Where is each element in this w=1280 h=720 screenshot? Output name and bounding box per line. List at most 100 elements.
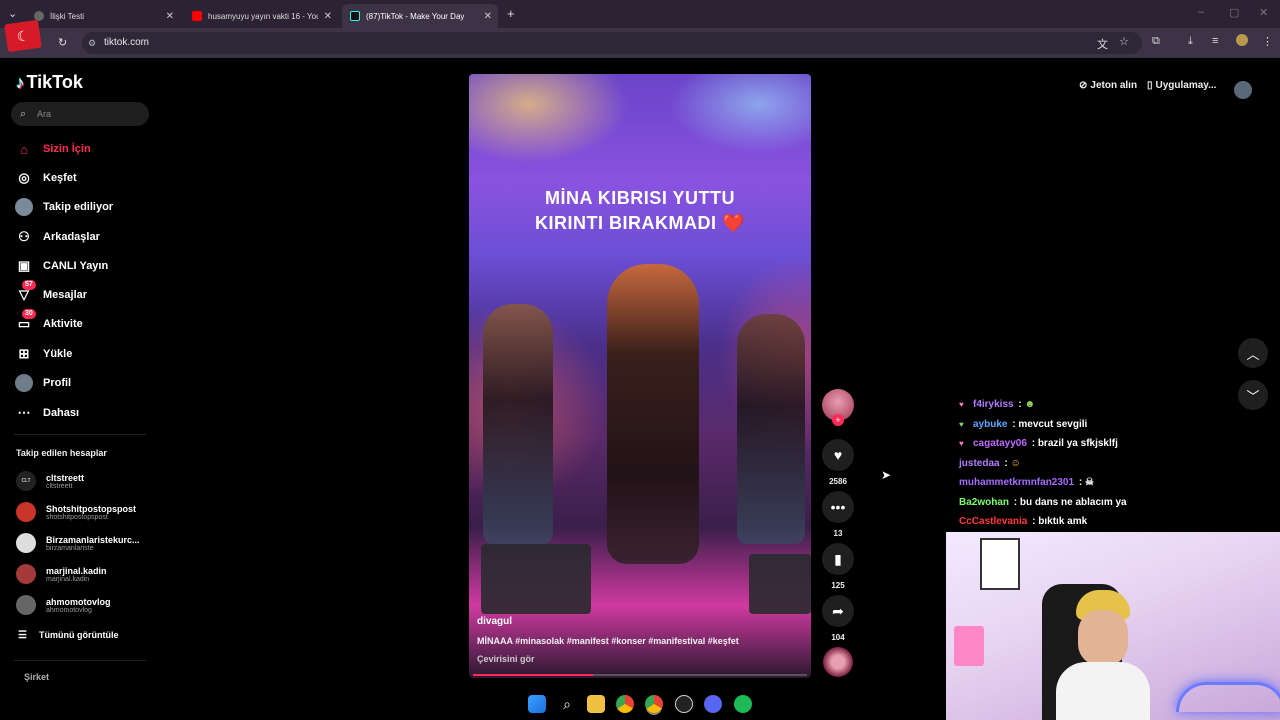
avatar: CLT <box>16 471 36 491</box>
media-control-icon[interactable]: ≡ <box>1212 35 1218 47</box>
following-account[interactable]: CLT cltstreett cltstreett <box>16 468 84 494</box>
comment-icon[interactable]: ••• <box>822 491 854 523</box>
nav-activity[interactable]: ▭ 30 Aktivite <box>14 309 83 334</box>
user-avatar[interactable] <box>1234 81 1252 99</box>
save-action[interactable]: ▮ 125 <box>822 543 854 590</box>
chrome-icon[interactable] <box>616 695 634 713</box>
nav-messages[interactable]: ▽ 57 Mesajlar <box>14 280 88 305</box>
nav-friends[interactable]: ⚇ Arkadaşlar <box>14 227 100 247</box>
video-player[interactable]: MİNA KIBRISI YUTTU KIRINTI BIRAKMADI ❤️ … <box>469 74 811 678</box>
nav-more[interactable]: ⋯ Dahası <box>14 403 80 423</box>
nav-explore[interactable]: ◎ Keşfet <box>14 168 77 188</box>
profile-avatar-icon[interactable] <box>1236 34 1248 46</box>
chat-colon: : <box>1015 399 1025 410</box>
video-progress-bar[interactable] <box>473 674 807 676</box>
nav-following[interactable]: Takip ediliyor <box>14 197 113 217</box>
chat-colon: : <box>1009 419 1019 430</box>
like-action[interactable]: ♥ 2586 <box>822 439 854 486</box>
chrome-active-icon[interactable] <box>645 695 663 713</box>
streamer-face <box>1078 610 1128 666</box>
window-close-icon[interactable]: ✕ <box>1259 6 1268 19</box>
nav-for-you[interactable]: ⌂ Sizin İçin <box>14 139 91 159</box>
phone-icon: ▯ <box>1147 80 1153 91</box>
chat-username: justedaa <box>959 458 1000 469</box>
following-account[interactable]: marjinal.kadin marjinal.kadin <box>16 561 107 587</box>
search-icon[interactable]: ⌕ <box>558 695 576 713</box>
minimize-icon[interactable]: – <box>1198 6 1204 18</box>
activity-badge: 30 <box>22 309 36 319</box>
heart-icon[interactable]: ♥ <box>822 439 854 471</box>
coin-icon: ⊘ <box>1079 80 1088 91</box>
get-coins-button[interactable]: ⊘ Jeton alın <box>1079 80 1137 91</box>
chat-message: CcCastlevania : bıktık amk <box>959 516 1087 527</box>
youtube-icon <box>192 11 202 21</box>
discord-icon[interactable] <box>704 695 722 713</box>
video-author[interactable]: divagul <box>477 616 512 627</box>
sound-disc-button[interactable] <box>822 647 854 677</box>
chat-text: bıktık amk <box>1038 516 1088 527</box>
subscriber-heart-icon: ♥ <box>959 439 964 448</box>
follow-plus-icon[interactable]: + <box>832 414 844 426</box>
url-field[interactable]: ⚙ tiktok.com <box>82 32 1142 54</box>
maximize-icon[interactable]: ▢ <box>1229 6 1239 19</box>
account-name: Shotshitpostopspost <box>46 503 136 514</box>
chat-username: aybuke <box>973 419 1008 430</box>
wall-poster <box>980 538 1020 590</box>
nav-profile[interactable]: Profil <box>14 373 71 393</box>
tab-tiktok[interactable]: (87)TikTok - Make Your Day ✕ <box>342 4 498 28</box>
nav-label: Mesajlar <box>43 289 88 301</box>
avatar <box>16 595 36 615</box>
see-all-link[interactable]: ☰ Tümünü görüntüle <box>18 625 118 645</box>
bookmark-star-icon[interactable]: ☆ <box>1119 35 1129 48</box>
account-handle: marjinal.kadin <box>46 575 90 583</box>
share-action[interactable]: ➦ 104 <box>822 595 854 642</box>
close-icon[interactable]: ✕ <box>324 11 332 22</box>
sound-disc-icon <box>823 647 853 677</box>
account-name: marjinal.kadin <box>46 565 107 576</box>
creator-avatar-button[interactable]: + <box>822 389 854 426</box>
company-link[interactable]: Şirket <box>24 672 49 682</box>
emote-icon: ☺ <box>1010 458 1021 469</box>
next-video-button[interactable]: ﹀ <box>1238 380 1268 410</box>
avatar <box>16 502 36 522</box>
close-icon[interactable]: ✕ <box>166 11 174 22</box>
address-bar-row: ↻ ⚙ tiktok.com 文 ☆ ⧉ ⤓ ≡ ⋮ <box>0 28 1280 58</box>
tiktok-logo[interactable]: ♪ TikTok <box>16 72 83 93</box>
following-account[interactable]: Birzamanlaristekurc... birzamanlariste <box>16 530 140 556</box>
file-explorer-icon[interactable] <box>587 695 605 713</box>
tab-youtube[interactable]: husamyuyu yayın vakti 16 - You ✕ <box>184 4 338 28</box>
site-info-icon[interactable]: ⚙ <box>88 32 96 54</box>
following-account[interactable]: Shotshitpostopspost shotshitpostopspost <box>16 499 136 525</box>
nav-label: Keşfet <box>43 172 77 184</box>
led-strip <box>1176 682 1280 712</box>
reload-icon[interactable]: ↻ <box>58 36 67 49</box>
comment-action[interactable]: ••• 13 <box>822 491 854 538</box>
nav-live[interactable]: ▣ CANLI Yayın <box>14 256 108 276</box>
search-input[interactable]: ⌕ Ara <box>11 102 149 126</box>
new-tab-icon[interactable]: + <box>507 6 515 21</box>
account-handle: birzamanlariste <box>46 544 94 552</box>
message-badge: 57 <box>22 280 36 290</box>
chat-username: Ba2wohan <box>959 497 1010 508</box>
previous-video-button[interactable]: ︿ <box>1238 338 1268 368</box>
activity-icon: ▭ 30 <box>14 309 36 334</box>
obs-icon[interactable] <box>675 695 693 713</box>
tab-search-icon[interactable]: ⌄ <box>8 7 17 20</box>
download-icon[interactable]: ⤓ <box>1188 35 1193 48</box>
spotify-icon[interactable] <box>734 695 752 713</box>
see-translation-link[interactable]: Çevirisini gör <box>477 654 535 664</box>
nav-upload[interactable]: ⊞ Yükle <box>14 344 73 364</box>
stage-light <box>469 74 629 164</box>
translate-icon[interactable]: 文 <box>1097 36 1108 52</box>
windows-start-icon[interactable] <box>528 695 546 713</box>
dancer-figure <box>483 304 553 544</box>
bookmark-icon[interactable]: ▮ <box>822 543 854 575</box>
close-icon[interactable]: ✕ <box>484 11 492 22</box>
tab-label: (87)TikTok - Make Your Day <box>366 11 465 21</box>
extensions-icon[interactable]: ⧉ <box>1152 35 1160 48</box>
following-account[interactable]: ahmomotovlog ahmomotovlog <box>16 592 111 618</box>
tab-iliski-testi[interactable]: İlişki Testi ✕ <box>26 4 180 28</box>
menu-kebab-icon[interactable]: ⋮ <box>1262 35 1273 48</box>
get-app-button[interactable]: ▯ Uygulamay... <box>1147 80 1216 91</box>
share-icon[interactable]: ➦ <box>822 595 854 627</box>
